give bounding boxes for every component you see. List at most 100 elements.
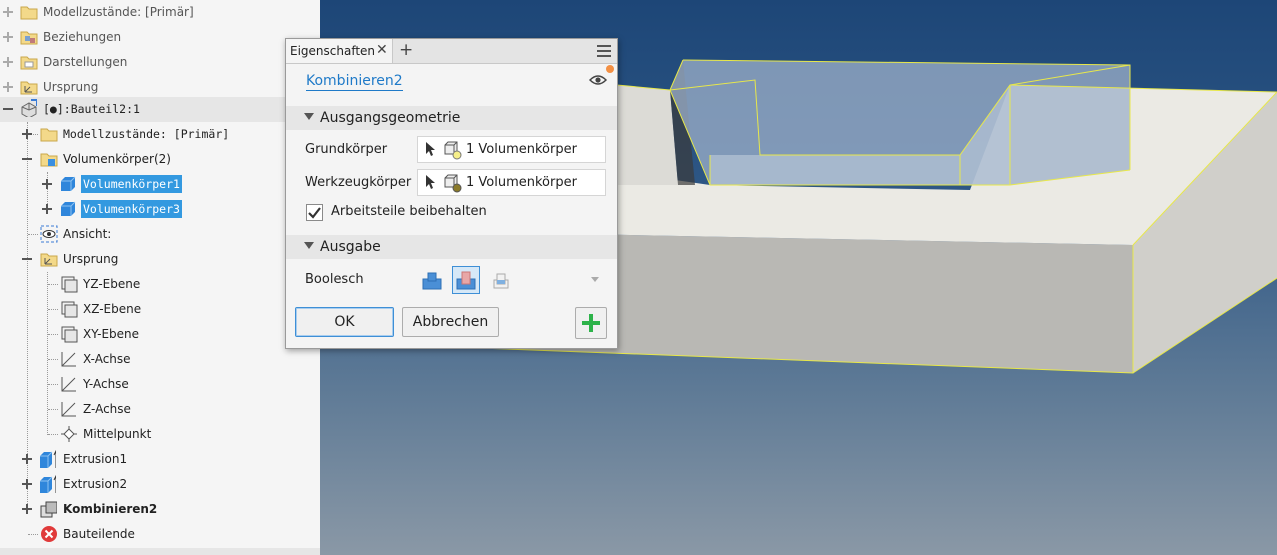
close-tab-icon[interactable]: ✕ xyxy=(376,42,388,58)
part-inner-wall xyxy=(615,85,678,185)
properties-panel[interactable]: Eigenschaften ✕ + Kombinieren2 Ausgangsg… xyxy=(285,38,618,349)
cut-icon xyxy=(456,271,476,290)
expand-icon[interactable] xyxy=(3,82,13,92)
tool-body-selector[interactable]: 1 Volumenkörper xyxy=(417,169,606,196)
apply-add-button[interactable] xyxy=(575,307,607,339)
tree-row-label: Kombinieren2 xyxy=(63,502,158,516)
tree-row-x-axis[interactable]: X-Achse xyxy=(0,347,320,372)
tree-row-model-states[interactable]: Modellzustände: [Primär] xyxy=(0,122,320,147)
tree-row-extrusion-1[interactable]: Extrusion1 xyxy=(0,447,320,472)
solid-body-icon xyxy=(61,176,76,191)
tree-row-label: Extrusion2 xyxy=(63,477,128,491)
boolean-dropdown-chevron-icon[interactable] xyxy=(591,277,599,282)
tree-row-extrusion-2[interactable]: Extrusion2 xyxy=(0,472,320,497)
collapse-icon[interactable] xyxy=(22,254,32,264)
expand-icon[interactable] xyxy=(22,479,32,489)
checkmark-icon xyxy=(308,207,321,219)
tree-row-xz-plane[interactable]: XZ-Ebene xyxy=(0,297,320,322)
representations-icon xyxy=(20,56,38,70)
section-title: Ausgabe xyxy=(320,239,381,255)
tree-row-solid-body-1[interactable]: Volumenkörper1 xyxy=(0,172,320,197)
tree-row-label: Bauteilende xyxy=(63,527,135,541)
tree-row-xy-plane[interactable]: XY-Ebene xyxy=(0,322,320,347)
boolean-label: Boolesch xyxy=(305,272,364,287)
tree-row-origin[interactable]: Ursprung xyxy=(0,247,320,272)
tree-row-label: Volumenkörper3 xyxy=(81,200,182,218)
select-arrow-icon xyxy=(426,142,435,156)
collapse-icon[interactable] xyxy=(22,154,32,164)
tree-row-label: X-Achse xyxy=(83,352,131,366)
expand-icon[interactable] xyxy=(22,129,32,139)
tree-row-label: Beziehungen xyxy=(43,30,122,44)
folder-icon xyxy=(40,128,58,142)
intersect-icon xyxy=(493,273,509,289)
collapse-icon[interactable] xyxy=(3,104,13,114)
expand-icon[interactable] xyxy=(3,57,13,67)
work-axis-icon xyxy=(61,352,76,367)
boolean-cut-button[interactable] xyxy=(452,266,480,294)
tree-row-representations[interactable]: Darstellungen xyxy=(0,50,320,75)
panel-tab-bar: Eigenschaften ✕ + xyxy=(286,39,617,64)
view-eye-icon xyxy=(40,225,58,243)
tab-label: Eigenschaften xyxy=(290,44,376,58)
expand-icon[interactable] xyxy=(3,7,13,17)
work-axis-icon xyxy=(61,402,76,417)
tree-row-label: [●]:Bauteil2:1 xyxy=(43,102,140,116)
add-tab-icon[interactable]: + xyxy=(399,40,413,60)
tree-row-label: Volumenkörper1 xyxy=(81,175,182,193)
extrude-icon xyxy=(40,475,56,493)
panel-menu-icon[interactable] xyxy=(597,45,611,57)
boolean-intersect-button[interactable] xyxy=(487,266,515,294)
tree-row-partial xyxy=(0,548,320,555)
feature-name-field[interactable]: Kombinieren2 xyxy=(306,73,403,91)
tree-row-label: XZ-Ebene xyxy=(83,302,142,316)
tree-row-view[interactable]: Ansicht: xyxy=(0,222,320,247)
tree-connector xyxy=(48,434,58,435)
tree-row-part[interactable]: [●]:Bauteil2:1 xyxy=(0,97,320,122)
tree-connector xyxy=(48,309,58,310)
section-output[interactable]: Ausgabe xyxy=(286,235,617,259)
preview-eye-icon[interactable] xyxy=(589,73,607,87)
tree-row-label: Extrusion1 xyxy=(63,452,128,466)
tree-connector xyxy=(28,234,38,235)
tree-row-label: Ursprung xyxy=(43,80,99,94)
tree-connector xyxy=(48,359,58,360)
tree-row-label: Ursprung xyxy=(63,252,119,266)
tree-row-combine-2[interactable]: Kombinieren2 xyxy=(0,497,320,522)
tool-body-value: 1 Volumenkörper xyxy=(466,175,577,190)
tree-row-end-of-part[interactable]: Bauteilende xyxy=(0,522,320,547)
model-browser-tree: Modellzustände: [Primär] Beziehungen Dar… xyxy=(0,0,321,555)
tree-connector xyxy=(48,409,58,410)
tree-row-solid-body-3[interactable]: Volumenkörper3 xyxy=(0,197,320,222)
tree-row-solid-bodies[interactable]: Volumenkörper(2) xyxy=(0,147,320,172)
section-collapse-icon[interactable] xyxy=(304,113,314,120)
boolean-join-button[interactable] xyxy=(418,266,446,294)
extrude-icon xyxy=(40,450,56,468)
expand-icon[interactable] xyxy=(22,454,32,464)
expand-icon[interactable] xyxy=(22,504,32,514)
tree-row-y-axis[interactable]: Y-Achse xyxy=(0,372,320,397)
tree-row-yz-plane[interactable]: YZ-Ebene xyxy=(0,272,320,297)
tree-row-label: Z-Achse xyxy=(83,402,131,416)
tree-row-model-states-top[interactable]: Modellzustände: [Primär] xyxy=(0,0,320,25)
expand-icon[interactable] xyxy=(42,204,52,214)
tree-row-label: XY-Ebene xyxy=(83,327,140,341)
base-body-selector[interactable]: 1 Volumenkörper xyxy=(417,136,606,163)
section-input-geometry[interactable]: Ausgangsgeometrie xyxy=(286,106,617,130)
keep-tools-checkbox[interactable] xyxy=(306,204,323,221)
section-collapse-icon[interactable] xyxy=(304,242,314,249)
relationships-icon xyxy=(20,31,38,45)
tab-properties[interactable]: Eigenschaften ✕ xyxy=(286,39,393,63)
expand-icon[interactable] xyxy=(3,32,13,42)
tree-row-label: Darstellungen xyxy=(43,55,128,69)
tree-row-label: Modellzustände: [Primär] xyxy=(63,127,230,141)
expand-icon[interactable] xyxy=(42,179,52,189)
solid-bodies-folder-icon xyxy=(40,153,58,167)
tree-row-center-point[interactable]: Mittelpunkt xyxy=(0,422,320,447)
cancel-button[interactable]: Abbrechen xyxy=(402,307,499,337)
tree-row-relationships[interactable]: Beziehungen xyxy=(0,25,320,50)
tree-row-label: YZ-Ebene xyxy=(83,277,141,291)
tree-row-z-axis[interactable]: Z-Achse xyxy=(0,397,320,422)
ok-button[interactable]: OK xyxy=(295,307,394,337)
tree-connector xyxy=(48,284,58,285)
